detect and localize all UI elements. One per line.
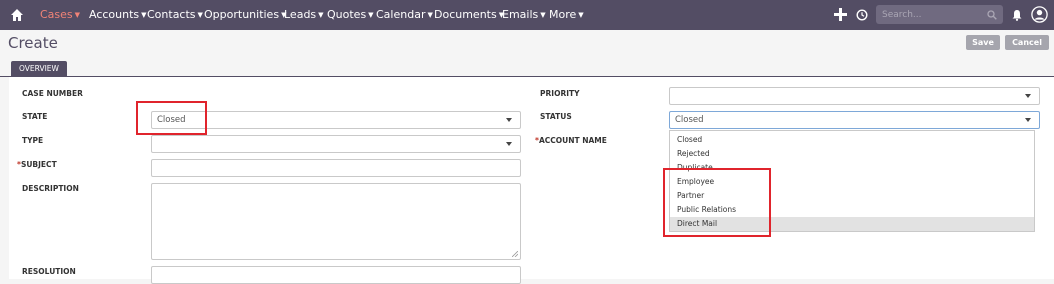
resolution-textarea[interactable] — [151, 266, 521, 284]
chevron-down-icon: ▼ — [141, 11, 147, 19]
chevron-down-icon: ▼ — [540, 11, 546, 19]
description-textarea[interactable] — [151, 183, 521, 260]
save-button[interactable]: Save — [966, 35, 1000, 50]
chevron-down-icon: ▼ — [368, 11, 374, 19]
home-icon[interactable] — [10, 8, 24, 22]
case-number-label: CASE NUMBER — [22, 89, 83, 98]
nav-item-more[interactable]: More ▼ — [549, 0, 584, 30]
history-icon[interactable] — [856, 9, 868, 21]
bell-icon[interactable] — [1011, 9, 1023, 21]
type-label: TYPE — [22, 136, 44, 145]
status-option-rejected[interactable]: Rejected — [670, 147, 1034, 161]
nav-item-leads[interactable]: Leads ▼ — [284, 0, 324, 30]
chevron-down-icon: ▼ — [578, 11, 584, 19]
chevron-down-icon: ▼ — [427, 11, 433, 19]
chevron-down-icon: ▼ — [197, 11, 203, 19]
nav-item-quotes[interactable]: Quotes ▼ — [327, 0, 374, 30]
status-value: Closed — [675, 115, 704, 125]
plus-icon[interactable] — [834, 8, 847, 21]
nav-item-documents[interactable]: Documents ▼ — [434, 0, 504, 30]
subject-label: *SUBJECT — [17, 160, 57, 169]
chevron-down-icon — [506, 118, 512, 122]
chevron-down-icon: ▼ — [318, 11, 324, 19]
page-title: Create — [8, 34, 58, 52]
nav-item-accounts[interactable]: Accounts ▼ — [89, 0, 147, 30]
status-option-closed[interactable]: Closed — [670, 133, 1034, 147]
chevron-down-icon: ▼ — [74, 11, 81, 19]
search-icon[interactable] — [987, 10, 997, 20]
state-label: STATE — [22, 112, 48, 121]
priority-label: PRIORITY — [540, 89, 580, 98]
search-input[interactable] — [876, 5, 1003, 24]
type-select[interactable] — [151, 135, 521, 153]
status-label: STATUS — [540, 112, 572, 121]
nav-item-opportunities[interactable]: Opportunities ▼ — [204, 0, 286, 30]
nav-item-emails[interactable]: Emails ▼ — [502, 0, 546, 30]
priority-select[interactable] — [669, 87, 1040, 105]
top-navigation-bar: Cases ▼ Accounts ▼ Contacts ▼ Opportunities… — [0, 0, 1054, 30]
description-label: DESCRIPTION — [22, 184, 79, 193]
subject-input[interactable] — [151, 159, 521, 177]
nav-item-cases[interactable]: Cases ▼ — [40, 0, 80, 30]
tab-overview[interactable]: OVERVIEW — [11, 61, 67, 77]
user-icon[interactable] — [1031, 6, 1048, 23]
chevron-down-icon — [1025, 118, 1031, 122]
resolution-label: RESOLUTION — [22, 267, 76, 276]
highlight-box-options — [663, 168, 771, 237]
nav-item-calendar[interactable]: Calendar ▼ — [376, 0, 433, 30]
resize-handle-icon[interactable] — [512, 251, 518, 257]
cancel-button[interactable]: Cancel — [1005, 35, 1049, 50]
highlight-box-state — [136, 101, 207, 135]
nav-item-contacts[interactable]: Contacts ▼ — [147, 0, 203, 30]
status-select[interactable]: Closed — [669, 111, 1040, 129]
chevron-down-icon — [1025, 94, 1031, 98]
account-name-label: *ACCOUNT NAME — [535, 136, 607, 145]
chevron-down-icon — [506, 142, 512, 146]
